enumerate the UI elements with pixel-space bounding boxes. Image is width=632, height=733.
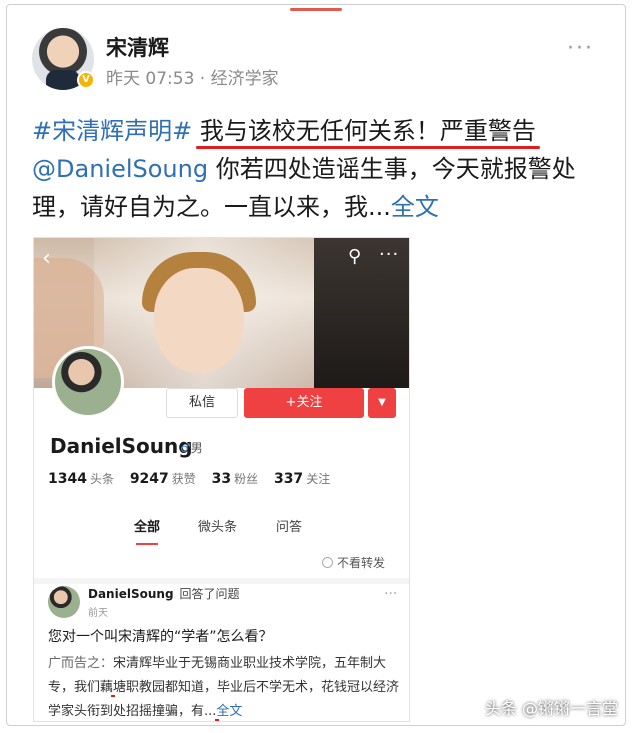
feed-action: 回答了问题	[179, 587, 240, 601]
radio-icon	[322, 557, 333, 568]
tab-all[interactable]: 全部	[134, 516, 160, 545]
verified-badge-icon: V	[77, 71, 95, 89]
feed-more-icon[interactable]: ···	[384, 586, 397, 602]
tab-micro-posts[interactable]: 微头条	[198, 516, 237, 535]
post-meta: 昨天 07:53 · 经济学家	[106, 69, 279, 89]
avatar-shirt	[46, 70, 80, 90]
feed-username[interactable]: DanielSoung	[88, 587, 174, 601]
watermark: 头条 @锵锵一言堂	[484, 699, 618, 718]
male-icon: ♂	[180, 441, 191, 455]
feed-header: DanielSoung 回答了问题	[88, 585, 240, 602]
stat-following[interactable]: 337 关注	[274, 471, 330, 487]
follow-button[interactable]: +关注	[244, 388, 364, 418]
banner-face	[154, 268, 244, 373]
scroll-indicator	[290, 8, 342, 11]
section-divider	[34, 578, 409, 584]
answer-text: 广而告之：宋清辉毕业于无锡商业职业技术学院，五年制大专，我们藕塘职教园都知道，毕…	[48, 652, 404, 721]
post-headline: 我与该校无任何关系！严重警告	[199, 117, 536, 145]
gender-badge: ♂男	[180, 439, 203, 456]
stat-followers[interactable]: 33 粉丝	[212, 471, 259, 487]
search-icon[interactable]: ⚲	[348, 246, 361, 267]
embedded-screenshot[interactable]: ‹ ⚲ ··· 私信 +关注 ▼ DanielSoung ♂男 1344 头条 9…	[33, 237, 410, 722]
question-title[interactable]: 您对一个叫宋清辉的“学者”怎么看？	[48, 626, 273, 646]
answer-tail: ，有...	[178, 704, 217, 719]
author-name[interactable]: 宋清辉	[106, 32, 169, 62]
mention-link[interactable]: @DanielSoung	[32, 155, 208, 183]
back-icon[interactable]: ‹	[42, 246, 51, 271]
feed-time: 前天	[88, 608, 108, 619]
hide-reposts-toggle[interactable]: 不看转发	[322, 554, 385, 571]
answer-full-link[interactable]: 全文	[216, 704, 242, 719]
answer-lead: 广而告之：	[48, 656, 114, 671]
chevron-down-icon[interactable]: ▼	[368, 388, 396, 418]
more-options-icon[interactable]: ···	[567, 36, 594, 61]
feed-avatar[interactable]	[48, 586, 80, 618]
stat-likes[interactable]: 9247 获赞	[130, 471, 196, 487]
gender-label: 男	[190, 441, 203, 455]
hide-reposts-label: 不看转发	[337, 556, 386, 570]
profile-tabs: 全部 微头条 问答	[134, 516, 334, 546]
post-header: V 宋清辉 昨天 07:53 · 经济学家 ···	[32, 26, 602, 96]
answer-middle: ，我们藕塘职教园都知道，	[61, 680, 218, 695]
stat-posts[interactable]: 1344 头条	[48, 471, 114, 487]
post-body: #宋清辉声明# 我与该校无任何关系！严重警告 @DanielSoung 你若四处…	[32, 112, 602, 226]
more-icon[interactable]: ···	[379, 244, 399, 265]
full-text-link[interactable]: 全文	[391, 193, 439, 221]
message-button[interactable]: 私信	[166, 388, 238, 418]
hashtag-link[interactable]: #宋清辉声明#	[32, 117, 192, 145]
profile-avatar[interactable]	[52, 346, 124, 418]
profile-stats: 1344 头条 9247 获赞 33 粉丝 337 关注	[48, 470, 342, 487]
tab-qa[interactable]: 问答	[276, 516, 302, 535]
profile-username: DanielSoung	[50, 434, 193, 458]
